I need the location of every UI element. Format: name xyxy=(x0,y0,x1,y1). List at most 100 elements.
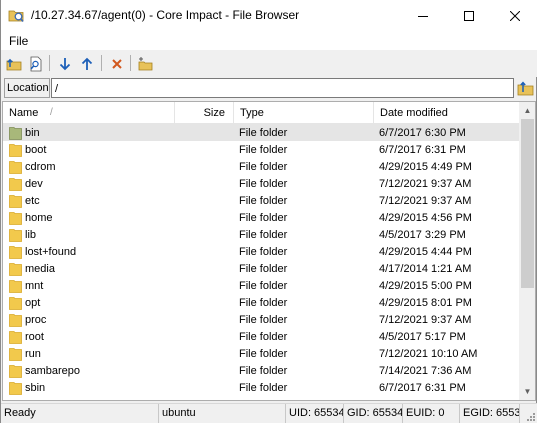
column-name-label: Name xyxy=(9,107,39,119)
column-size[interactable]: Size xyxy=(175,102,234,124)
file-row[interactable]: mnt File folder 4/29/2015 5:00 PM xyxy=(3,277,519,294)
file-date: 4/17/2014 1:21 AM xyxy=(379,263,472,275)
minimize-icon xyxy=(418,15,428,17)
file-type: File folder xyxy=(239,314,288,326)
file-name: home xyxy=(25,212,53,224)
status-uid: UID: 65534 xyxy=(286,404,344,423)
file-row[interactable]: home File folder 4/29/2015 4:56 PM xyxy=(3,209,519,226)
menu-file[interactable]: File xyxy=(9,34,28,48)
file-row[interactable]: sbin File folder 6/7/2017 6:31 PM xyxy=(3,379,519,396)
scroll-up-arrow-icon[interactable]: ▲ xyxy=(519,102,535,119)
folder-up-icon xyxy=(6,58,21,70)
window-title: /10.27.34.67/agent(0) - Core Impact - Fi… xyxy=(31,8,300,22)
column-header: Name / Size Type Date modified xyxy=(3,102,519,124)
column-name[interactable]: Name / xyxy=(3,102,175,124)
file-name: root xyxy=(25,331,44,343)
toolbar-separator xyxy=(49,55,50,71)
file-type: File folder xyxy=(239,348,288,360)
file-type: File folder xyxy=(239,280,288,292)
vertical-scrollbar[interactable]: ▲ ▼ xyxy=(519,102,535,400)
app-folder-icon xyxy=(8,7,24,23)
file-row[interactable]: run File folder 7/12/2021 10:10 AM xyxy=(3,345,519,362)
file-row[interactable]: etc File folder 7/12/2021 9:37 AM xyxy=(3,192,519,209)
file-row[interactable]: lost+found File folder 4/29/2015 4:44 PM xyxy=(3,243,519,260)
folder-icon xyxy=(9,263,22,276)
title-bar[interactable]: /10.27.34.67/agent(0) - Core Impact - Fi… xyxy=(1,0,537,31)
column-date-modified[interactable]: Date modified xyxy=(374,102,519,124)
file-date: 7/12/2021 9:37 AM xyxy=(379,314,472,326)
folder-icon xyxy=(9,314,22,327)
file-date: 4/29/2015 4:44 PM xyxy=(379,246,472,258)
maximize-button[interactable] xyxy=(446,0,492,31)
scroll-thumb[interactable] xyxy=(521,119,534,288)
file-date: 4/29/2015 4:56 PM xyxy=(379,212,472,224)
scroll-down-arrow-icon[interactable]: ▼ xyxy=(519,383,535,400)
file-row[interactable]: sambarepo File folder 7/14/2021 7:36 AM xyxy=(3,362,519,379)
file-type: File folder xyxy=(239,212,288,224)
upload-button[interactable] xyxy=(76,53,97,74)
folder-icon xyxy=(9,348,22,361)
download-icon xyxy=(59,57,70,70)
file-date: 6/7/2017 6:31 PM xyxy=(379,382,466,394)
file-row[interactable]: media File folder 4/17/2014 1:21 AM xyxy=(3,260,519,277)
file-name: opt xyxy=(25,297,41,309)
folder-icon xyxy=(9,144,22,157)
delete-button[interactable] xyxy=(106,53,127,74)
folder-up-button[interactable] xyxy=(3,53,24,74)
file-name: proc xyxy=(25,314,47,326)
file-type: File folder xyxy=(239,161,288,173)
download-button[interactable] xyxy=(54,53,75,74)
location-label: Location xyxy=(4,78,50,98)
file-name: sbin xyxy=(25,382,46,394)
file-name: sambarepo xyxy=(25,365,81,377)
file-type: File folder xyxy=(239,365,288,377)
resize-grip-icon[interactable] xyxy=(524,410,536,422)
file-row[interactable]: lib File folder 4/5/2017 3:29 PM xyxy=(3,226,519,243)
close-button[interactable] xyxy=(492,0,537,31)
file-name: dev xyxy=(25,178,43,190)
file-type: File folder xyxy=(239,331,288,343)
file-date: 4/5/2017 3:29 PM xyxy=(379,229,466,241)
location-input[interactable] xyxy=(51,78,514,98)
file-date: 7/12/2021 9:37 AM xyxy=(379,178,472,190)
status-gid: GID: 65534 xyxy=(344,404,403,423)
file-row[interactable]: boot File folder 6/7/2017 6:31 PM xyxy=(3,141,519,158)
file-type: File folder xyxy=(239,144,288,156)
search-file-button[interactable] xyxy=(25,53,46,74)
file-name: media xyxy=(25,263,55,275)
folder-icon xyxy=(9,280,22,293)
file-row[interactable]: bin File folder 6/7/2017 6:30 PM xyxy=(3,124,519,141)
file-name: etc xyxy=(25,195,40,207)
folder-icon xyxy=(9,212,22,225)
status-state: Ready xyxy=(1,404,159,423)
search-file-icon xyxy=(29,56,41,71)
new-folder-icon xyxy=(138,56,152,70)
file-row[interactable]: root File folder 4/5/2017 5:17 PM xyxy=(3,328,519,345)
file-row[interactable]: proc File folder 7/12/2021 9:37 AM xyxy=(3,311,519,328)
status-egid: EGID: 65534 xyxy=(460,404,520,423)
file-name: mnt xyxy=(25,280,44,292)
file-date: 6/7/2017 6:30 PM xyxy=(379,127,466,139)
file-list[interactable]: Name / Size Type Date modified bin File … xyxy=(2,101,536,401)
file-row[interactable]: dev File folder 7/12/2021 9:37 AM xyxy=(3,175,519,192)
delete-icon xyxy=(111,58,122,69)
minimize-button[interactable] xyxy=(400,0,446,31)
file-row[interactable]: cdrom File folder 4/29/2015 4:49 PM xyxy=(3,158,519,175)
file-type: File folder xyxy=(239,178,288,190)
file-browser-window: /10.27.34.67/agent(0) - Core Impact - Fi… xyxy=(0,0,537,423)
file-date: 4/29/2015 8:01 PM xyxy=(379,297,472,309)
folder-icon xyxy=(9,229,22,242)
upload-icon xyxy=(81,57,92,70)
file-date: 7/12/2021 9:37 AM xyxy=(379,195,472,207)
folder-icon xyxy=(9,178,22,191)
file-name: run xyxy=(25,348,41,360)
folder-icon xyxy=(9,161,22,174)
file-row[interactable]: opt File folder 4/29/2015 8:01 PM xyxy=(3,294,519,311)
column-type[interactable]: Type xyxy=(234,102,374,124)
file-type: File folder xyxy=(239,382,288,394)
location-go-button[interactable] xyxy=(516,79,535,97)
file-type: File folder xyxy=(239,127,288,139)
file-date: 4/29/2015 4:49 PM xyxy=(379,161,472,173)
file-type: File folder xyxy=(239,195,288,207)
new-folder-button[interactable] xyxy=(134,53,155,74)
